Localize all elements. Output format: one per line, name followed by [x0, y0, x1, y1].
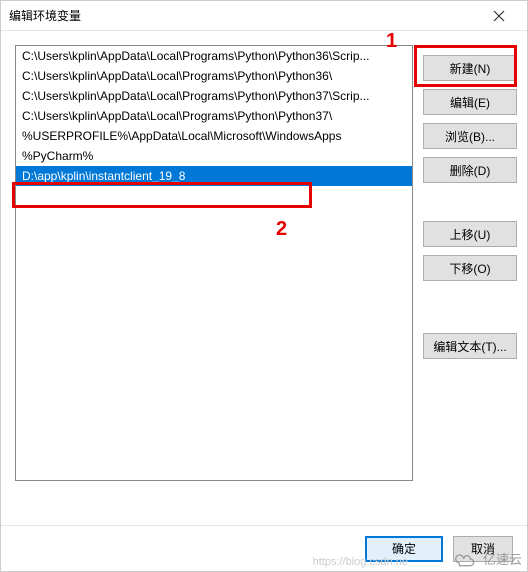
path-list-item[interactable]: C:\Users\kplin\AppData\Local\Programs\Py…	[16, 66, 412, 86]
path-list-item[interactable]: %PyCharm%	[16, 146, 412, 166]
path-list-item[interactable]: D:\app\kplin\instantclient_19_8	[16, 166, 412, 186]
path-list-item[interactable]: C:\Users\kplin\AppData\Local\Programs\Py…	[16, 106, 412, 126]
delete-button[interactable]: 删除(D)	[423, 157, 517, 183]
watermark-url: https://blog.csdn.ne	[313, 556, 408, 568]
move-up-button[interactable]: 上移(U)	[423, 221, 517, 247]
new-button[interactable]: 新建(N)	[423, 55, 517, 81]
list-area: C:\Users\kplin\AppData\Local\Programs\Py…	[15, 45, 413, 515]
path-list-item[interactable]: %USERPROFILE%\AppData\Local\Microsoft\Wi…	[16, 126, 412, 146]
close-button[interactable]	[479, 2, 519, 30]
path-list[interactable]: C:\Users\kplin\AppData\Local\Programs\Py…	[15, 45, 413, 481]
button-column: 新建(N) 编辑(E) 浏览(B)... 删除(D) 上移(U) 下移(O) 编…	[423, 45, 517, 515]
title-bar: 编辑环境变量	[1, 1, 527, 31]
watermark-brand: 亿速云	[451, 549, 522, 568]
cloud-icon	[451, 551, 479, 567]
bottom-bar: 确定 取消	[1, 525, 527, 571]
dialog-title: 编辑环境变量	[9, 7, 81, 24]
browse-button[interactable]: 浏览(B)...	[423, 123, 517, 149]
close-icon	[493, 10, 505, 22]
path-list-item[interactable]: C:\Users\kplin\AppData\Local\Programs\Py…	[16, 46, 412, 66]
move-down-button[interactable]: 下移(O)	[423, 255, 517, 281]
edit-text-button[interactable]: 编辑文本(T)...	[423, 333, 517, 359]
edit-button[interactable]: 编辑(E)	[423, 89, 517, 115]
path-list-item[interactable]: C:\Users\kplin\AppData\Local\Programs\Py…	[16, 86, 412, 106]
env-var-dialog: 编辑环境变量 C:\Users\kplin\AppData\Local\Prog…	[0, 0, 528, 572]
dialog-content: C:\Users\kplin\AppData\Local\Programs\Py…	[1, 31, 527, 525]
